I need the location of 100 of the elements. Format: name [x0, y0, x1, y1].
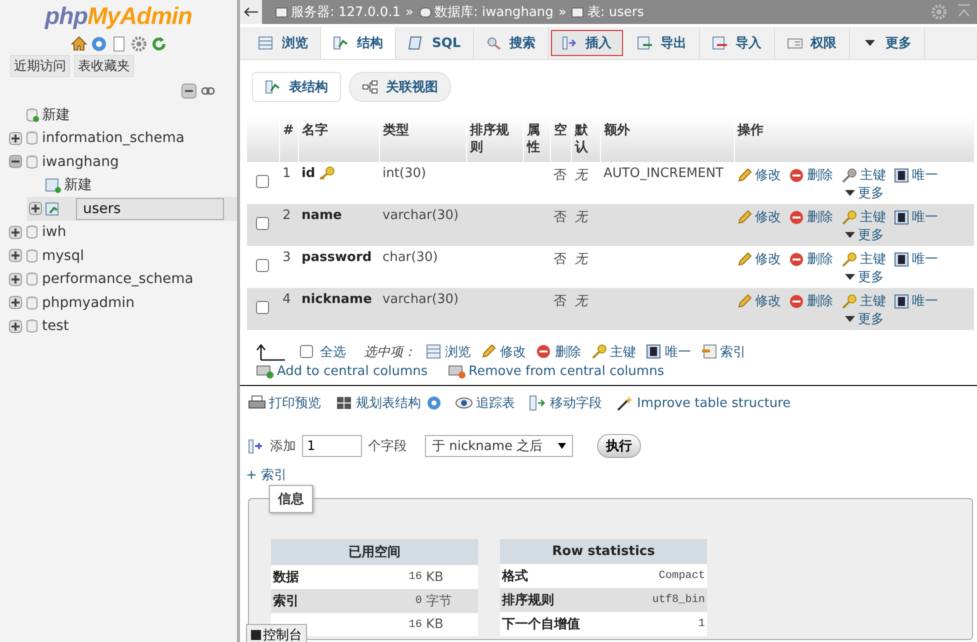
card-icon: [786, 36, 803, 50]
more-dropdown[interactable]: 更多: [845, 184, 884, 202]
tree-item[interactable]: information_schema: [42, 130, 184, 146]
expand-icon[interactable]: [9, 320, 22, 333]
collapse-icon[interactable]: [9, 155, 22, 168]
tree-item[interactable]: mysql: [42, 248, 84, 264]
sub-tab[interactable]: 表结构: [252, 72, 341, 102]
delete-link[interactable]: 删除: [789, 166, 833, 184]
edit-link[interactable]: 修改: [737, 292, 781, 310]
row-checkbox[interactable]: [256, 217, 268, 230]
delete-link[interactable]: 删除: [789, 292, 833, 310]
expand-icon[interactable]: [9, 272, 22, 286]
tool-link[interactable]: Improve table structure: [616, 395, 791, 411]
caret-icon: [845, 315, 855, 323]
central-columns-link[interactable]: Remove from central columns: [448, 363, 664, 379]
primary-key-link[interactable]: 主键: [841, 250, 886, 268]
bulk-action-link[interactable]: 浏览: [426, 342, 471, 360]
tool-link[interactable]: 打印预览: [248, 394, 321, 412]
help-icon[interactable]: [427, 396, 441, 410]
sidebar-tab[interactable]: 表收藏夹: [74, 55, 134, 77]
bulk-action-link[interactable]: 索引: [701, 342, 746, 360]
reload-icon[interactable]: [150, 36, 166, 52]
delete-link[interactable]: 删除: [789, 250, 833, 268]
index-icon: [701, 344, 717, 359]
unique-link[interactable]: 唯一: [894, 166, 938, 184]
nav-tab[interactable]: 搜索: [474, 27, 549, 59]
sidebar-tab[interactable]: 近期访问: [10, 55, 70, 77]
nav-tab[interactable]: 结构: [321, 27, 396, 59]
primary-key-link[interactable]: 主键: [841, 166, 886, 184]
table-title: 已用空间: [271, 539, 478, 565]
home-icon[interactable]: [70, 36, 86, 52]
tree-item[interactable]: users: [76, 198, 224, 220]
more-dropdown[interactable]: 更多: [845, 310, 884, 328]
row-checkbox[interactable]: [256, 175, 268, 188]
tree-item[interactable]: performance_schema: [42, 271, 194, 288]
unique-link[interactable]: 唯一: [894, 292, 938, 310]
go-button[interactable]: 执行: [597, 434, 641, 458]
bulk-action-link[interactable]: 删除: [536, 342, 581, 360]
bulk-action-link[interactable]: 主键: [591, 342, 636, 360]
position-dropdown[interactable]: 于 nickname 之后: [425, 435, 573, 457]
database-icon: [25, 131, 39, 146]
breadcrumb-link[interactable]: 数据库: iwanghang: [434, 3, 554, 21]
phpmyadmin-logo[interactable]: phpMyAdmin: [0, 3, 237, 31]
document-icon[interactable]: [110, 36, 126, 52]
expand-icon[interactable]: [9, 249, 22, 262]
breadcrumb-link[interactable]: 服务器: 127.0.0.1: [291, 3, 401, 21]
tree-item[interactable]: 新建: [42, 106, 70, 124]
nav-tab[interactable]: 更多: [850, 27, 925, 59]
central-columns-link[interactable]: Add to central columns: [256, 363, 428, 379]
select-all-label[interactable]: 全选: [320, 342, 346, 360]
expand-icon[interactable]: [9, 132, 22, 145]
field-name: name: [301, 208, 342, 223]
bulk-action-link[interactable]: 修改: [481, 342, 526, 360]
field-count-input[interactable]: 1: [302, 435, 362, 457]
tool-link[interactable]: 规划表结构: [335, 394, 421, 412]
nav-tab[interactable]: 插入: [550, 30, 623, 56]
row-checkbox[interactable]: [256, 301, 268, 314]
unique-link[interactable]: 唯一: [894, 208, 938, 226]
tool-link[interactable]: 移动字段: [529, 394, 602, 412]
tree-item[interactable]: iwh: [42, 224, 66, 240]
link-icon[interactable]: [201, 86, 215, 96]
settings-icon[interactable]: [130, 36, 146, 52]
expand-icon[interactable]: [9, 296, 22, 310]
tool-link[interactable]: 追踪表: [455, 394, 515, 412]
primary-key-link[interactable]: 主键: [841, 208, 886, 226]
nav-tab[interactable]: 导入: [700, 27, 775, 59]
delete-link[interactable]: 删除: [789, 208, 833, 226]
more-dropdown[interactable]: 更多: [845, 226, 884, 244]
tree-item[interactable]: phpmyadmin: [42, 294, 134, 311]
breadcrumb-link[interactable]: 表: users: [587, 3, 644, 21]
database-icon: [25, 154, 39, 169]
edit-link[interactable]: 修改: [737, 250, 781, 268]
collapse-all-icon[interactable]: [181, 83, 197, 99]
row-checkbox[interactable]: [256, 259, 268, 272]
expand-icon[interactable]: [29, 202, 42, 216]
bulk-action-link[interactable]: 唯一: [646, 342, 691, 360]
pencil-icon: [737, 210, 752, 224]
database-icon: [25, 225, 39, 240]
console-button[interactable]: 控制台: [246, 624, 307, 642]
tree-item[interactable]: 新建: [64, 176, 92, 194]
add-index-link[interactable]: + 索引: [246, 468, 288, 483]
select-all-checkbox[interactable]: [300, 345, 313, 358]
select-arrow-icon: [256, 342, 286, 360]
edit-link[interactable]: 修改: [737, 208, 781, 226]
expand-icon[interactable]: [9, 226, 22, 239]
unique-link[interactable]: 唯一: [894, 250, 938, 268]
insert-icon: [562, 36, 578, 50]
tree-item[interactable]: test: [42, 318, 69, 334]
nav-tab[interactable]: SQL: [396, 27, 474, 59]
table-cell: 16: [408, 571, 422, 583]
nav-tab[interactable]: 权限: [774, 27, 850, 59]
tree-item[interactable]: iwanghang: [42, 154, 119, 170]
more-dropdown[interactable]: 更多: [845, 268, 884, 286]
table-title: Row statistics: [500, 539, 707, 564]
edit-link[interactable]: 修改: [737, 166, 781, 184]
primary-key-link[interactable]: 主键: [841, 292, 886, 310]
help-icon[interactable]: [90, 36, 106, 52]
sub-tab[interactable]: 关联视图: [349, 72, 451, 102]
nav-tab[interactable]: 导出: [624, 27, 700, 59]
table-cell: varchar(30): [382, 208, 459, 223]
